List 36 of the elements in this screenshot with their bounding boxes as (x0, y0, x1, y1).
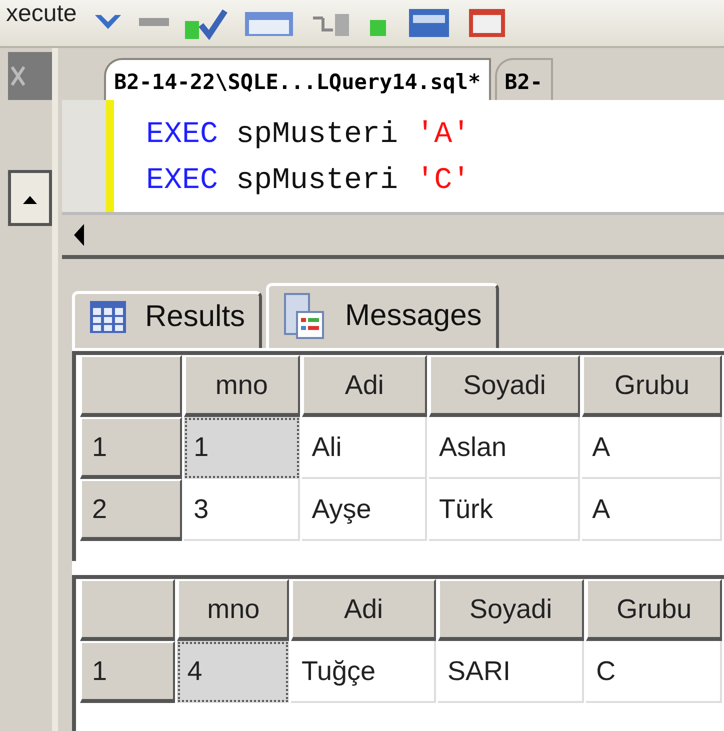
result-tab[interactable]: Messages (266, 283, 499, 348)
table-cell[interactable]: Türk (428, 479, 580, 541)
execute-label[interactable]: xecute (6, 0, 77, 28)
table-cell[interactable]: Ayşe (302, 479, 427, 541)
row-header[interactable]: 2 (80, 479, 182, 541)
table-cell[interactable]: 4 (177, 641, 290, 703)
close-icon[interactable] (10, 65, 26, 87)
table-cell[interactable]: C (586, 641, 722, 703)
editor-tab[interactable]: B2-14-22\SQLE...LQuery14.sql* (104, 58, 491, 100)
column-header[interactable]: mno (184, 355, 300, 417)
table-cell[interactable]: 1 (184, 417, 300, 479)
table-cell[interactable]: A (582, 479, 722, 541)
table-cell[interactable]: SARI (438, 641, 584, 703)
horizontal-scrollbar[interactable] (62, 212, 724, 259)
code-line: EXEC spMusteri 'C' (146, 163, 470, 200)
result-tab[interactable]: Results (72, 291, 262, 348)
code-editor[interactable]: EXEC spMusteri 'A' EXEC spMusteri 'C' (62, 100, 724, 212)
column-header[interactable]: Soyadi (438, 579, 584, 641)
table-cell[interactable]: Ali (302, 417, 427, 479)
column-header[interactable]: Soyadi (428, 355, 580, 417)
editor-tab[interactable]: B2- (494, 58, 553, 100)
table-cell[interactable]: 3 (184, 479, 300, 541)
table-cell[interactable]: A (582, 417, 722, 479)
code-line: EXEC spMusteri 'A' (146, 117, 470, 154)
table-cell[interactable]: Aslan (428, 417, 580, 479)
table-cell[interactable]: Tuğçe (291, 641, 436, 703)
scrollbar[interactable] (8, 170, 52, 226)
grid-icon (89, 300, 127, 334)
dash-icon[interactable] (138, 18, 169, 28)
row-header[interactable]: 1 (80, 641, 176, 703)
column-header[interactable]: Grubu (586, 579, 722, 641)
column-header[interactable]: Grubu (582, 355, 722, 417)
row-header[interactable]: 1 (80, 417, 182, 479)
column-header[interactable]: Adi (302, 355, 427, 417)
column-header[interactable]: mno (177, 579, 290, 641)
column-header[interactable]: Adi (291, 579, 436, 641)
